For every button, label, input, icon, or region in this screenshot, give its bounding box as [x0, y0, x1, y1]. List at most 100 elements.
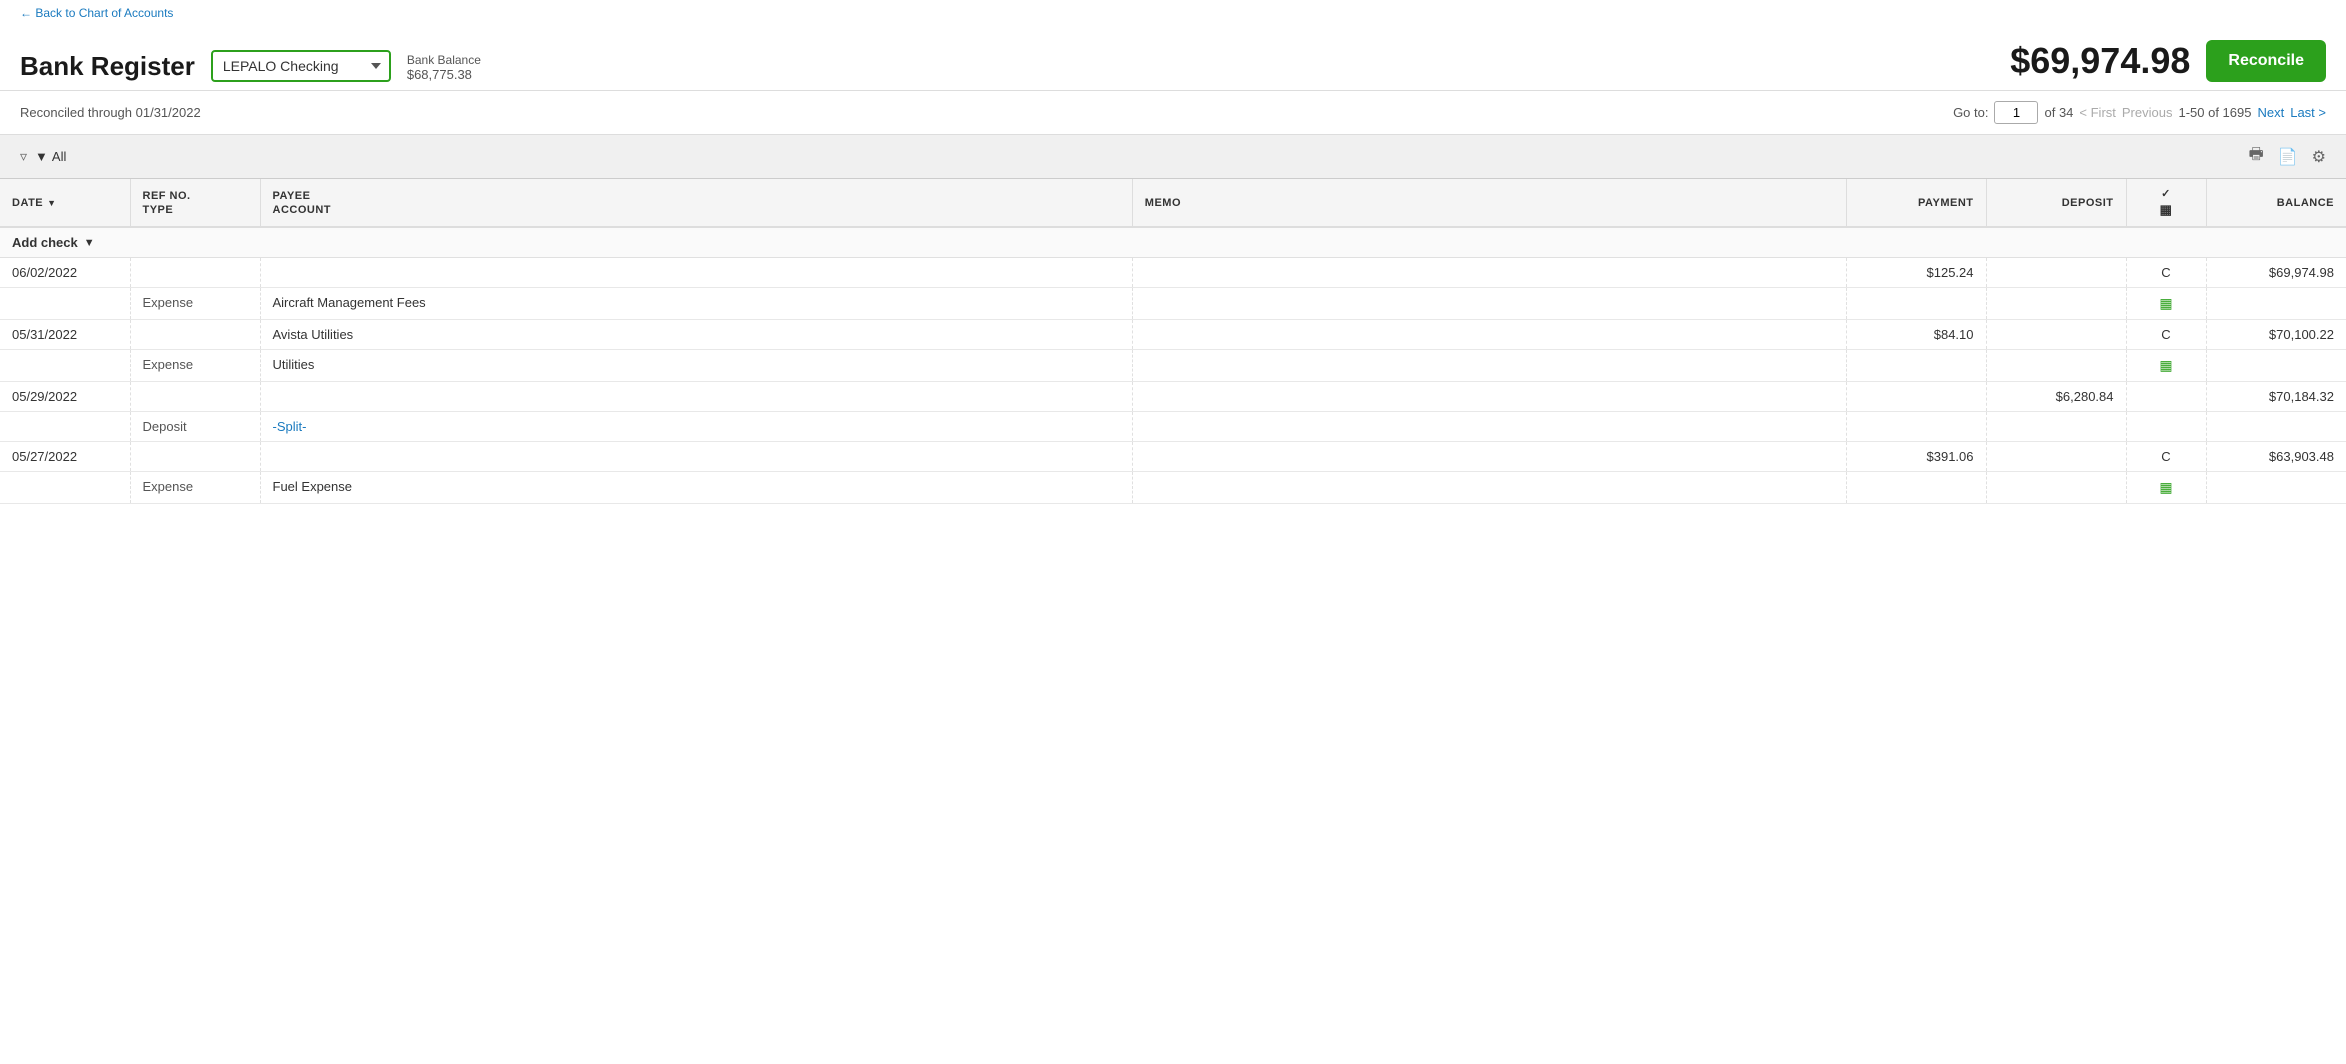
pagination-controls: Go to: 1 of 34 < First Previous 1-50 of …: [1953, 101, 2326, 124]
bank-register-table: DATE ▼ REF NO. TYPE PAYEE ACCOUNT MEMO P…: [0, 179, 2346, 504]
row-deposit: [1986, 320, 2126, 350]
row-deposit: [1986, 258, 2126, 288]
row-copy-icon: [2126, 412, 2206, 442]
row-copy-icon[interactable]: ▦: [2126, 350, 2206, 382]
table-row: Expense Fuel Expense ▦: [0, 472, 2346, 504]
settings-icon[interactable]: ⚙: [2312, 147, 2326, 167]
row-payment: $84.10: [1846, 320, 1986, 350]
table-row: Expense Aircraft Management Fees ▦: [0, 288, 2346, 320]
row-memo: [1132, 442, 1846, 472]
row-balance-empty: [2206, 472, 2346, 504]
row-balance-empty: [2206, 288, 2346, 320]
row-balance: $70,184.32: [2206, 382, 2346, 412]
row-payee: [260, 442, 1132, 472]
col-payment: PAYMENT: [1846, 179, 1986, 227]
next-page-link[interactable]: Next: [2257, 105, 2284, 120]
col-balance: BALANCE: [2206, 179, 2346, 227]
filter-icon: ▿: [20, 148, 27, 165]
row-date: 05/29/2022: [0, 382, 130, 412]
row-deposit-empty: [1986, 412, 2126, 442]
row-date-empty: [0, 472, 130, 504]
row-payment-empty: [1846, 412, 1986, 442]
add-check-dropdown-icon[interactable]: ▼: [84, 237, 95, 249]
add-check-button[interactable]: Add check ▼: [12, 235, 2334, 250]
add-check-label: Add check: [12, 235, 78, 250]
row-payee: Avista Utilities: [260, 320, 1132, 350]
row-copy-icon[interactable]: ▦: [2126, 288, 2206, 320]
row-type: Deposit: [130, 412, 260, 442]
row-check-status: C: [2126, 258, 2206, 288]
row-date-empty: [0, 288, 130, 320]
row-check-status: [2126, 382, 2206, 412]
row-payment-empty: [1846, 350, 1986, 382]
row-check-status: C: [2126, 442, 2206, 472]
col-ref: REF NO. TYPE: [130, 179, 260, 227]
row-account: Utilities: [260, 350, 1132, 382]
table-row: Deposit -Split-: [0, 412, 2346, 442]
filter-dropdown[interactable]: ▼ All: [35, 149, 66, 164]
table-row: 06/02/2022 $125.24 C $69,974.98: [0, 258, 2346, 288]
table-row: 05/27/2022 $391.06 C $63,903.48: [0, 442, 2346, 472]
split-link[interactable]: -Split-: [273, 419, 307, 434]
row-memo: [1132, 382, 1846, 412]
previous-page-link[interactable]: Previous: [2122, 105, 2173, 120]
row-date: 06/02/2022: [0, 258, 130, 288]
account-select[interactable]: LEPALO Checking: [211, 50, 391, 82]
page-number-input[interactable]: 1: [1994, 101, 2038, 124]
row-deposit-empty: [1986, 472, 2126, 504]
last-page-link[interactable]: Last >: [2290, 105, 2326, 120]
print-icon[interactable]: 🖶: [2249, 143, 2264, 170]
row-ref: [130, 320, 260, 350]
row-payment: $125.24: [1846, 258, 1986, 288]
row-payment: $391.06: [1846, 442, 1986, 472]
reconcile-button[interactable]: Reconcile: [2206, 40, 2326, 82]
row-balance: $70,100.22: [2206, 320, 2346, 350]
table-row: 05/29/2022 $6,280.84 $70,184.32: [0, 382, 2346, 412]
row-memo: [1132, 320, 1846, 350]
export-icon[interactable]: 📄: [2278, 147, 2298, 167]
reconciled-through-text: Reconciled through 01/31/2022: [20, 105, 1953, 120]
row-date: 05/27/2022: [0, 442, 130, 472]
row-balance: $63,903.48: [2206, 442, 2346, 472]
row-date-empty: [0, 412, 130, 442]
bank-balance-amount: $68,775.38: [407, 67, 481, 82]
row-ref: [130, 442, 260, 472]
row-copy-icon[interactable]: ▦: [2126, 472, 2206, 504]
row-balance: $69,974.98: [2206, 258, 2346, 288]
row-memo: [1132, 350, 1846, 382]
row-balance-empty: [2206, 412, 2346, 442]
row-payment-empty: [1846, 472, 1986, 504]
row-ref: [130, 382, 260, 412]
date-sort-icon[interactable]: ▼: [47, 198, 56, 208]
back-link[interactable]: Back to Chart of Accounts: [20, 6, 173, 20]
filter-all-label: All: [52, 149, 66, 164]
row-balance-empty: [2206, 350, 2346, 382]
of-total-pages: of 34: [2044, 105, 2073, 120]
goto-label: Go to:: [1953, 105, 1988, 120]
row-account: -Split-: [260, 412, 1132, 442]
row-account: Fuel Expense: [260, 472, 1132, 504]
row-payee: [260, 382, 1132, 412]
row-payment-empty: [1846, 288, 1986, 320]
col-memo: MEMO: [1132, 179, 1846, 227]
row-payment: [1846, 382, 1986, 412]
row-memo: [1132, 288, 1846, 320]
col-payee: PAYEE ACCOUNT: [260, 179, 1132, 227]
table-row: 05/31/2022 Avista Utilities $84.10 C $70…: [0, 320, 2346, 350]
row-deposit: $6,280.84: [1986, 382, 2126, 412]
copy-all-icon[interactable]: ▦: [2160, 202, 2173, 217]
row-check-status: C: [2126, 320, 2206, 350]
row-memo: [1132, 258, 1846, 288]
row-payee: [260, 258, 1132, 288]
row-deposit-empty: [1986, 350, 2126, 382]
row-memo: [1132, 472, 1846, 504]
add-check-row: Add check ▼: [0, 227, 2346, 258]
row-ref: [130, 258, 260, 288]
first-page-link[interactable]: < First: [2079, 105, 2115, 120]
row-type: Expense: [130, 288, 260, 320]
col-deposit: DEPOSIT: [1986, 179, 2126, 227]
toolbar: ▿ ▼ All 🖶 📄 ⚙: [0, 134, 2346, 179]
row-memo: [1132, 412, 1846, 442]
page-title: Bank Register: [20, 51, 195, 82]
row-deposit: [1986, 442, 2126, 472]
